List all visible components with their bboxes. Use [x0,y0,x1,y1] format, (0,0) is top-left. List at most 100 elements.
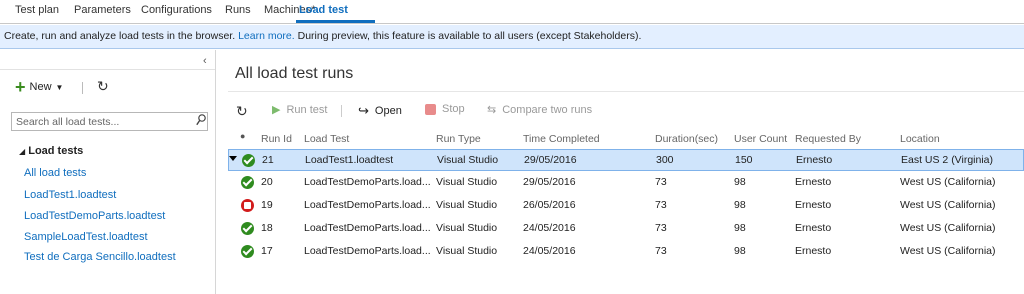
run-id: 20 [261,176,273,188]
col-time-completed[interactable]: Time Completed [523,133,600,145]
tree-header[interactable]: ◢ Load tests [19,145,83,157]
title-divider [228,91,1024,92]
success-icon [241,245,254,258]
success-icon [242,154,255,167]
location: West US (California) [900,222,996,234]
left-panel: ‹ + New ▼ ↻ Search all load tests... ◢ L… [0,50,216,294]
tab-parameters[interactable]: Parameters [74,4,131,16]
tree-item-sampleloadtest[interactable]: SampleLoadTest.loadtest [24,231,148,243]
col-duration[interactable]: Duration(sec) [655,133,718,145]
tab-configurations[interactable]: Configurations [141,4,212,16]
open-icon: ↪ [358,103,369,118]
col-run-id[interactable]: Run Id [261,133,292,145]
col-load-test[interactable]: Load Test [304,133,349,145]
run-type: Visual Studio [436,222,498,234]
tab-runs[interactable]: Runs [225,4,251,16]
load-test-name: LoadTestDemoParts.load... [304,199,431,211]
compare-label: Compare two runs [502,103,593,116]
load-test-name: LoadTestDemoParts.load... [304,245,431,257]
run-id: 17 [261,245,273,257]
col-run-type[interactable]: Run Type [436,133,481,145]
open-button[interactable]: ↪ Open [358,103,402,119]
run-id: 21 [262,154,274,166]
run-test-label: Run test [286,103,328,116]
new-label: New [29,81,52,93]
requested-by: Ernesto [795,176,832,188]
user-count: 98 [734,176,746,188]
stop-button[interactable]: Stop [425,103,465,115]
load-test-name: LoadTest1.loadtest [305,154,394,166]
banner-text-2: During preview, this feature is availabl… [294,30,642,42]
compare-icon: ⇆ [487,104,497,116]
time-completed: 29/05/2016 [524,154,577,166]
dropdown-icon: ▼ [55,82,64,92]
success-icon [241,176,254,189]
requested-by: Ernesto [795,245,832,257]
tree-item-all-load-tests[interactable]: All load tests [24,167,86,179]
load-test-name: LoadTestDemoParts.load... [304,176,431,188]
location: West US (California) [900,199,996,211]
plus-icon: + [15,77,26,97]
requested-by: Ernesto [795,222,832,234]
table-row[interactable]: 18 LoadTestDemoParts.load... Visual Stud… [228,218,1024,240]
run-type: Visual Studio [436,176,498,188]
stop-icon [425,103,436,115]
duration: 73 [655,245,667,257]
tree-item-test-de-carga[interactable]: Test de Carga Sencillo.loadtest [24,251,176,263]
selected-row-indicator-icon [229,156,237,161]
page-title: All load test runs [235,65,354,82]
new-button[interactable]: + New ▼ [15,77,64,97]
divider [0,69,215,70]
open-label: Open [374,105,402,117]
user-count: 98 [734,222,746,234]
info-icon: ● [240,131,246,141]
success-icon [241,222,254,235]
run-id: 18 [261,222,273,234]
banner-text: Create, run and analyze load tests in th… [4,30,236,42]
tree-title: Load tests [28,145,84,157]
location: West US (California) [900,176,996,188]
user-count: 150 [735,154,753,166]
requested-by: Ernesto [796,154,833,166]
info-banner: Create, run and analyze load tests in th… [0,25,1024,49]
search-input[interactable]: Search all load tests... [11,112,208,131]
refresh-runs-button[interactable]: ↻ [236,103,248,120]
learn-more-link[interactable]: Learn more. [238,30,295,42]
toolbar-separator [341,105,342,117]
run-type: Visual Studio [437,154,499,166]
refresh-icon[interactable]: ↻ [97,78,109,95]
time-completed: 26/05/2016 [523,199,576,211]
col-location[interactable]: Location [900,133,940,145]
collapse-left-panel-icon[interactable]: ‹ [203,55,207,67]
duration: 73 [655,222,667,234]
table-row[interactable]: 19 LoadTestDemoParts.load... Visual Stud… [228,195,1024,217]
stop-label: Stop [442,103,465,115]
run-type: Visual Studio [436,245,498,257]
search-icon [196,114,206,126]
failed-icon [241,199,254,212]
expand-icon: ◢ [19,147,26,156]
tree-item-loadtestdemoparts[interactable]: LoadTestDemoParts.loadtest [24,210,165,222]
location: West US (California) [900,245,996,257]
table-row[interactable]: 20 LoadTestDemoParts.load... Visual Stud… [228,172,1024,194]
table-row[interactable]: 21 LoadTest1.loadtest Visual Studio 29/0… [228,149,1024,171]
time-completed: 24/05/2016 [523,222,576,234]
table-row[interactable]: 17 LoadTestDemoParts.load... Visual Stud… [228,241,1024,263]
tab-load-test[interactable]: Load test [299,4,348,16]
time-completed: 29/05/2016 [523,176,576,188]
time-completed: 24/05/2016 [523,245,576,257]
user-count: 98 [734,199,746,211]
refresh-icon: ↻ [236,103,248,119]
duration: 73 [655,176,667,188]
top-tabs: Test plan Parameters Configurations Runs… [0,0,1024,24]
tab-test-plan[interactable]: Test plan [15,4,59,16]
duration: 73 [655,199,667,211]
play-icon: ▶ [272,104,281,116]
compare-button[interactable]: ⇆ Compare two runs [487,103,593,117]
col-requested-by[interactable]: Requested By [795,133,861,145]
run-test-button[interactable]: ▶ Run test [272,103,328,117]
user-count: 98 [734,245,746,257]
col-user-count[interactable]: User Count [734,133,787,145]
run-type: Visual Studio [436,199,498,211]
tree-item-loadtest1[interactable]: LoadTest1.loadtest [24,189,116,201]
